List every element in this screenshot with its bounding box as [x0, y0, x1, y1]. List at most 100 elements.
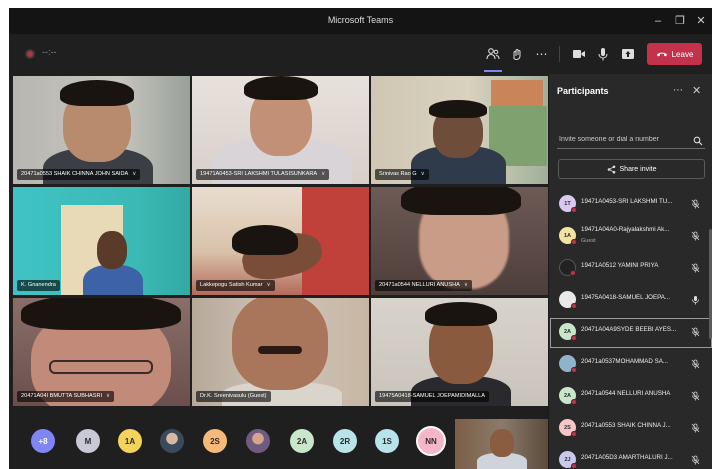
- participants-panel: Participants ⋯ ✕ Share invite 1T 19471A0…: [548, 74, 712, 469]
- toolbar-divider: [559, 46, 560, 62]
- mic-off-icon: ∨: [420, 171, 425, 177]
- close-icon[interactable]: ✕: [692, 13, 710, 29]
- participant-name: 20471a0544 NELLURI ANUSHA: [581, 390, 671, 397]
- participant-avatar-photo[interactable]: [160, 429, 184, 453]
- participant-list-item[interactable]: 2S 20471a0553 SHAIK CHINNA J...: [549, 413, 712, 445]
- window-title: Microsoft Teams: [327, 15, 394, 25]
- participant-avatar: 2J: [559, 451, 577, 469]
- participant-video: [232, 298, 328, 390]
- video-tile[interactable]: 20471a0553 SHAIK CHINNA JOHN SAIDA ∨: [13, 76, 190, 184]
- participant-video: [490, 429, 514, 457]
- show-participants-button[interactable]: [483, 44, 503, 72]
- participant-list-item[interactable]: 1A 19471A04A0-Rajyalakshmi Ak... Guest: [549, 221, 712, 253]
- participant-avatar[interactable]: 2A: [290, 429, 314, 453]
- panel-title: Participants: [557, 86, 609, 96]
- people-icon: [486, 48, 500, 60]
- participant-list-item[interactable]: 1T 19471A0453-SRI LAKSHMI TU...: [549, 189, 712, 221]
- participant-name-label: Dr.K. Sreenivasulu (Guest): [196, 391, 271, 402]
- participant-avatar: 1A: [559, 227, 577, 245]
- participant-avatar[interactable]: 1A: [118, 429, 142, 453]
- participant-list-scrollbar[interactable]: [709, 229, 712, 339]
- mic-off-icon: [691, 391, 700, 401]
- participant-name-label: 20471a0544 NELLURI ANUSHA ∨: [375, 280, 472, 291]
- more-actions-button[interactable]: ⋯: [532, 44, 552, 64]
- participant-list-item[interactable]: 2J 20471A05D3 AMARTHALURI J...: [549, 445, 712, 469]
- mic-off-icon: [691, 263, 700, 273]
- participant-name-label: 19471A0453-SRI LAKSHMI TULASISUNKARA ∨: [196, 169, 330, 180]
- share-invite-button[interactable]: Share invite: [558, 159, 705, 179]
- participant-name: 20471A04A9SYDE BEEBI AYES...: [581, 326, 677, 333]
- participant-name: 20471a0537MOHAMMAD SA...: [581, 358, 669, 365]
- mic-off-icon: ∨: [321, 171, 326, 177]
- panel-more-icon[interactable]: ⋯: [673, 85, 683, 96]
- participant-avatar[interactable]: M: [76, 429, 100, 453]
- video-tile[interactable]: Dr.K. Sreenivasulu (Guest): [192, 298, 369, 406]
- reactions-icon: [513, 49, 521, 61]
- title-bar: Microsoft Teams – ❐ ✕: [9, 8, 712, 34]
- participant-name-label: Lakkepogu Satish Kumar ∨: [196, 280, 275, 291]
- more-icon: ⋯: [535, 47, 549, 61]
- mic-off-icon: [691, 359, 700, 369]
- participant-avatar-photo[interactable]: [246, 429, 270, 453]
- mic-on-icon: [692, 296, 699, 305]
- participant-avatar[interactable]: 2S: [203, 429, 227, 453]
- participant-video: [21, 298, 181, 330]
- video-tile[interactable]: Srinivas Rao G ∨: [371, 76, 548, 184]
- participant-video: [244, 76, 318, 100]
- participant-video: [429, 100, 487, 118]
- self-video-preview: [455, 419, 548, 469]
- leave-label: Leave: [671, 49, 694, 59]
- more-participants-avatar[interactable]: +8: [31, 429, 55, 453]
- participant-list-item[interactable]: 19475A0418-SAMUEL JOEPA...: [549, 285, 712, 317]
- participant-name: 19475A0418-SAMUEL JOEPA...: [581, 294, 671, 301]
- participant-list-item[interactable]: 19471A0512 YAMINI PRIYA: [549, 253, 712, 285]
- panel-close-icon[interactable]: ✕: [692, 84, 701, 97]
- minimize-icon[interactable]: –: [649, 13, 667, 29]
- mic-off-icon: ∨: [266, 282, 271, 288]
- participant-video: [258, 346, 302, 354]
- participant-video: [60, 80, 134, 106]
- participant-avatar-photo: [559, 355, 577, 373]
- mic-off-icon: ∨: [106, 393, 111, 399]
- meeting-toolbar: --:-- ⋯ Leave: [9, 34, 712, 74]
- participant-list-item[interactable]: 2A 20471a0544 NELLURI ANUSHA: [549, 381, 712, 413]
- raise-hand-button[interactable]: [507, 44, 527, 64]
- share-invite-label: Share invite: [619, 165, 657, 173]
- share-content-button[interactable]: [618, 44, 638, 64]
- share-icon: [607, 165, 615, 173]
- recording-indicator-icon: [25, 49, 35, 59]
- camera-icon: [573, 50, 585, 58]
- leave-button[interactable]: Leave: [647, 43, 702, 65]
- mic-off-icon: ∨: [132, 171, 137, 177]
- participant-avatar: 1T: [559, 195, 577, 213]
- participant-name-label: 20471a0553 SHAIK CHINNA JOHN SAIDA ∨: [17, 169, 141, 180]
- participant-avatar-photo: [559, 259, 576, 276]
- share-screen-icon: [622, 49, 634, 59]
- participant-avatar-speaking[interactable]: NN: [416, 426, 446, 456]
- participant-video: [49, 360, 153, 374]
- participant-avatar: 2A: [559, 387, 577, 405]
- participant-name: 20471a0553 SHAIK CHINNA J...: [581, 422, 671, 429]
- participant-avatar-photo: [559, 291, 577, 309]
- video-tile[interactable]: 20471a0544 NELLURI ANUSHA ∨: [371, 187, 548, 295]
- maximize-icon[interactable]: ❐: [671, 13, 689, 29]
- participant-list-item[interactable]: 20471a0537MOHAMMAD SA...: [549, 349, 712, 381]
- mic-off-icon: ∨: [463, 282, 468, 288]
- video-tile[interactable]: Lakkepogu Satish Kumar ∨: [192, 187, 369, 295]
- video-tile[interactable]: 19471A0453-SRI LAKSHMI TULASISUNKARA ∨: [192, 76, 369, 184]
- invite-search-box[interactable]: [557, 129, 705, 149]
- microphone-button[interactable]: [593, 44, 613, 64]
- invite-search-input[interactable]: [559, 132, 679, 146]
- participant-list-item[interactable]: 2A 20471A04A9SYDE BEEBI AYES...: [549, 317, 712, 349]
- meeting-timer: --:--: [42, 47, 57, 57]
- participant-avatar[interactable]: 1S: [375, 429, 399, 453]
- video-tile[interactable]: 20471A04I BMUTTA SUBHASRI ∨: [13, 298, 190, 406]
- participant-name: 19471A0512 YAMINI PRIYA: [581, 262, 659, 269]
- hang-up-icon: [656, 52, 667, 57]
- participant-avatar[interactable]: 2R: [333, 429, 357, 453]
- video-tile[interactable]: 19475A0418-SAMUEL JOEPAMIDIMALLA: [371, 298, 548, 406]
- camera-button[interactable]: [569, 44, 589, 64]
- participant-video: [232, 225, 298, 255]
- video-tile[interactable]: K. Gnanendra: [13, 187, 190, 295]
- mic-off-icon: [691, 327, 700, 337]
